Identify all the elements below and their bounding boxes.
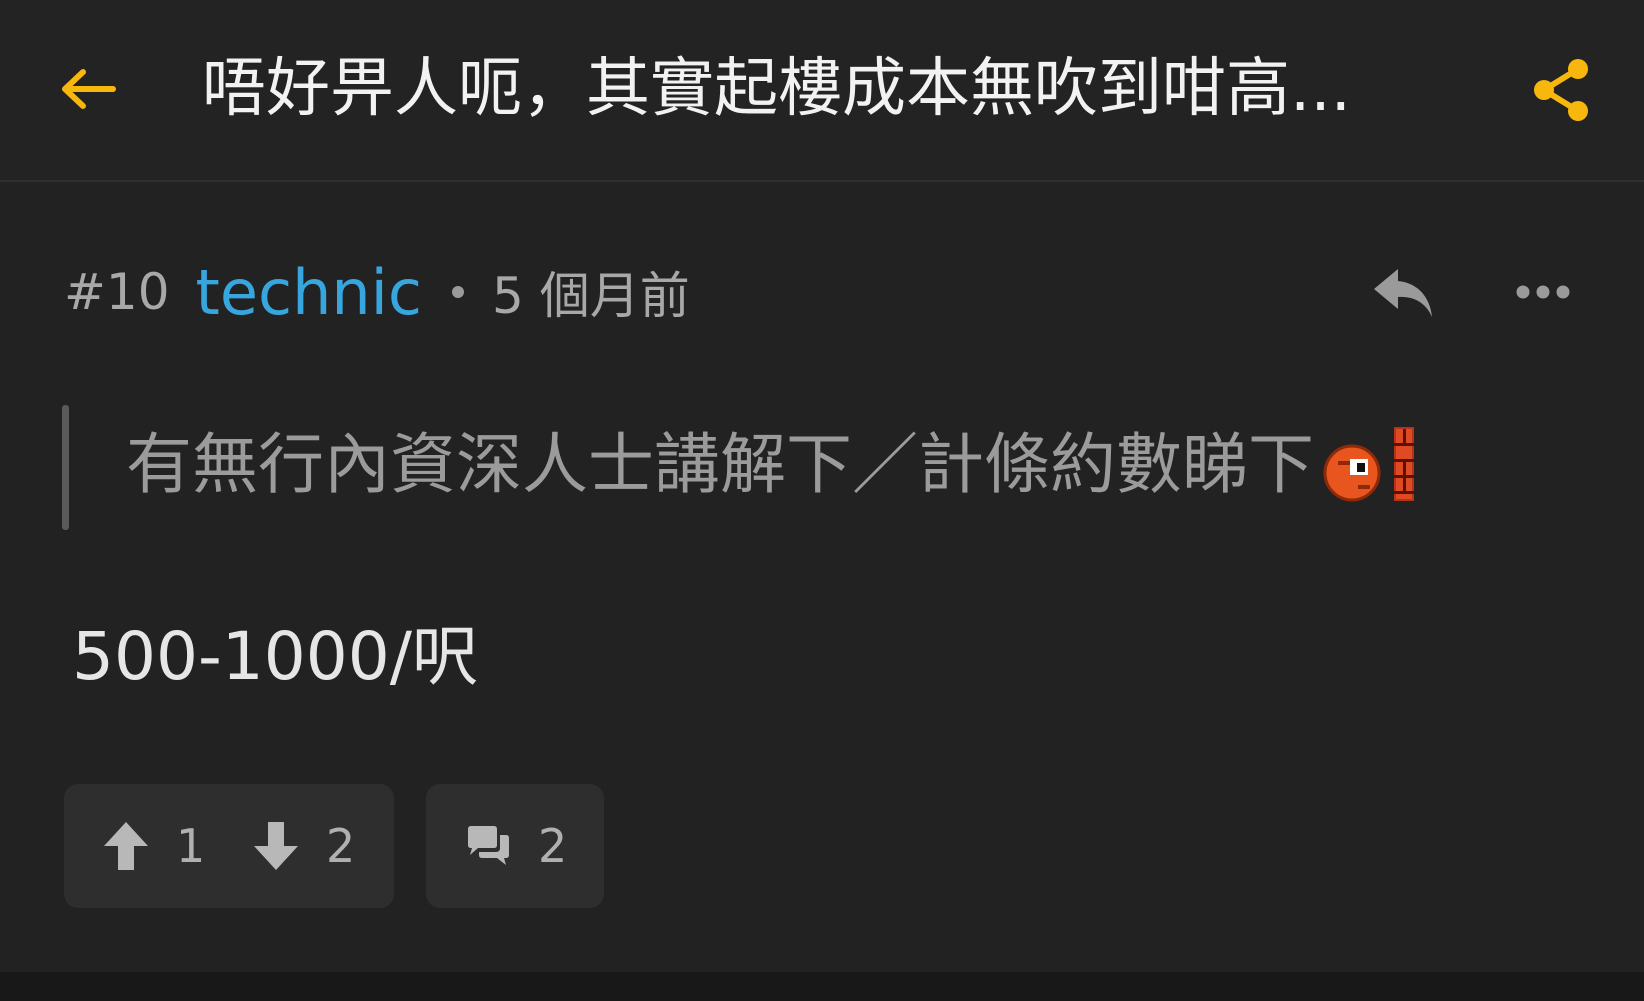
post-meta: #10 technic 5 個月前 — [64, 252, 690, 332]
pixel-face-with-brick-emoji — [1323, 427, 1414, 502]
more-options-button[interactable] — [1510, 272, 1576, 312]
arrow-up-icon — [104, 822, 148, 870]
separator-dot — [451, 286, 464, 298]
arrow-down-icon — [254, 822, 298, 870]
thread-title: 唔好畀人呃，其實起樓成本無吹到咁高... — [202, 52, 1352, 126]
quote-bar — [62, 405, 69, 530]
arrow-left-icon — [62, 69, 116, 109]
vote-bar: 1 2 — [64, 784, 394, 908]
post-time: 5 個月前 — [491, 267, 690, 325]
back-button[interactable] — [58, 58, 120, 120]
comment-count: 2 — [538, 819, 568, 873]
username-link[interactable]: technic — [196, 256, 422, 329]
thread-page: 唔好畀人呃，其實起樓成本無吹到咁高... #10 technic 5 個月前 有… — [0, 0, 1644, 1001]
comment-bubbles-icon — [468, 826, 509, 865]
share-icon — [1534, 59, 1588, 121]
quote-content: 有無行內資深人士講解下／計條約數睇下 — [126, 426, 1314, 503]
comments-button[interactable]: 2 — [426, 784, 604, 908]
comments-item: 2 — [464, 784, 567, 908]
quoted-text: 有無行內資深人士講解下／計條約數睇下 — [126, 420, 1418, 510]
downvote-count: 2 — [326, 819, 356, 873]
reply-button[interactable] — [1368, 262, 1438, 324]
more-dots-icon — [1516, 285, 1570, 299]
upvote-count: 1 — [176, 819, 206, 873]
post-number: #10 — [64, 263, 170, 321]
post-body: 500-1000/呎 — [72, 618, 478, 695]
bottom-bar — [0, 972, 1644, 1001]
downvote-button[interactable]: 2 — [252, 784, 355, 908]
top-app-bar: 唔好畀人呃，其實起樓成本無吹到咁高... — [0, 0, 1644, 182]
upvote-button[interactable]: 1 — [102, 784, 205, 908]
reply-icon — [1374, 269, 1432, 317]
share-button[interactable] — [1528, 54, 1594, 126]
